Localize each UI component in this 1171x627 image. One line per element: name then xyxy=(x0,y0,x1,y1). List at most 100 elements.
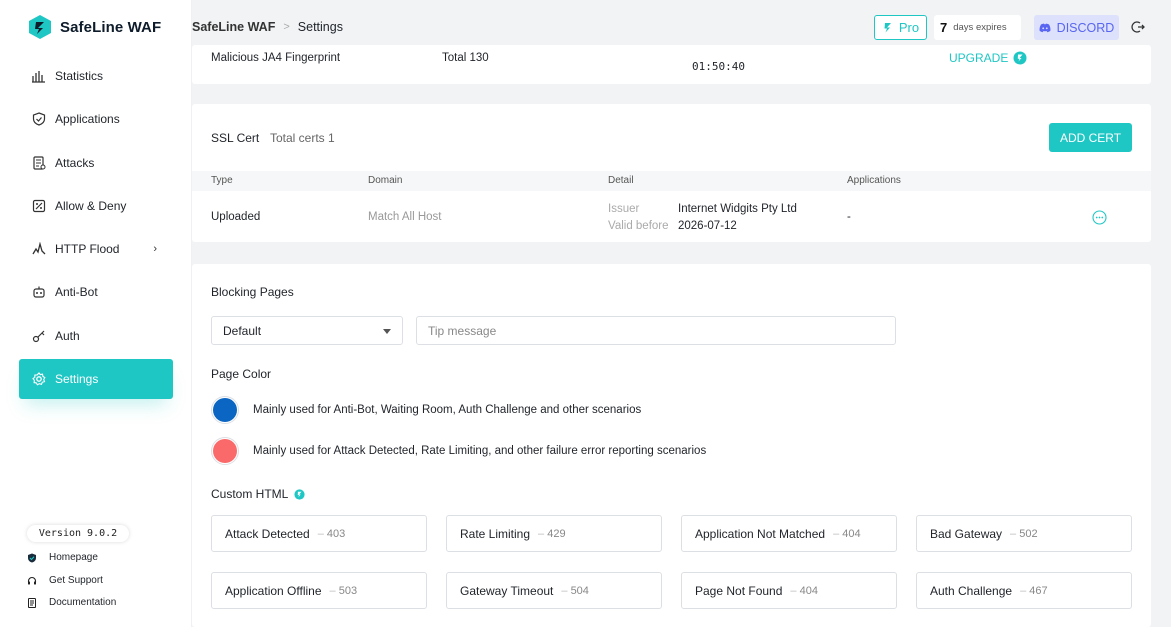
chevron-right-icon: › xyxy=(153,243,157,256)
bar-chart-icon xyxy=(31,68,47,84)
documentation-link[interactable]: Documentation xyxy=(27,597,116,608)
homepage-link[interactable]: Homepage xyxy=(27,552,98,563)
sidebar-item-applications[interactable]: Applications xyxy=(19,99,173,139)
allow-deny-icon xyxy=(31,198,47,214)
blocking-pages-card: Blocking Pages Default Page Color Mainly… xyxy=(192,264,1151,627)
sidebar-item-label: Settings xyxy=(55,372,99,387)
robot-icon xyxy=(31,284,47,300)
table-row: Uploaded Match All Host Issuer Internet … xyxy=(192,191,1151,242)
cert-type: Uploaded xyxy=(211,211,261,223)
page-name: Gateway Timeout xyxy=(460,583,554,598)
ssl-cert-title: SSL Cert xyxy=(211,131,260,145)
breadcrumb-current: Settings xyxy=(297,20,343,34)
breadcrumb: SafeLine WAF > Settings xyxy=(192,20,343,34)
expiry-days: 7 xyxy=(940,20,948,35)
ssl-cert-count: Total certs 1 xyxy=(270,131,335,145)
page-tile-page-not-found[interactable]: Page Not Found 404 xyxy=(681,572,897,609)
get-support-link[interactable]: Get Support xyxy=(27,575,103,586)
page-tile-bad-gateway[interactable]: Bad Gateway 502 xyxy=(916,515,1132,552)
brand-name: SafeLine WAF xyxy=(60,18,162,36)
documentation-link-label: Documentation xyxy=(49,597,117,608)
fingerprint-name: Malicious JA4 Fingerprint xyxy=(211,52,341,64)
page-name: Page Not Found xyxy=(695,583,783,598)
page-code: 504 xyxy=(561,585,589,597)
valid-before-label: Valid before xyxy=(608,220,669,232)
get-support-link-label: Get Support xyxy=(49,575,103,586)
expiry-text: days expires xyxy=(953,22,1007,33)
brand-logo[interactable]: SafeLine WAF xyxy=(28,14,161,40)
page-name: Rate Limiting xyxy=(460,526,531,541)
sidebar-item-http-flood[interactable]: HTTP Flood › xyxy=(19,229,173,269)
page-code: 404 xyxy=(833,528,860,540)
discord-button[interactable]: DISCORD xyxy=(1034,15,1119,40)
cert-domain: Match All Host xyxy=(368,211,442,223)
headset-icon xyxy=(27,576,37,584)
page-name: Attack Detected xyxy=(225,526,310,541)
page-color-title: Page Color xyxy=(211,367,272,381)
shield-check-icon xyxy=(28,553,36,562)
pro-label: Pro xyxy=(898,20,920,35)
error-color-description: Mainly used for Attack Detected, Rate Li… xyxy=(253,445,707,457)
custom-html-title: Custom HTML xyxy=(211,487,305,501)
page-code: 403 xyxy=(318,528,345,540)
page-code: 467 xyxy=(1020,585,1047,597)
fingerprint-time: 01:50:40 xyxy=(692,60,745,73)
custom-html-label: Custom HTML xyxy=(211,487,289,501)
page-tile-auth-challenge[interactable]: Auth Challenge 467 xyxy=(916,572,1132,609)
issuer-value: Internet Widgits Pty Ltd xyxy=(678,203,797,215)
page-name: Auth Challenge xyxy=(930,583,1013,598)
custom-html-pages: Attack Detected 403 Rate Limiting 429 Appl… xyxy=(211,515,1133,609)
error-color-row: Mainly used for Attack Detected, Rate Li… xyxy=(211,437,706,465)
sidebar-item-label: Statistics xyxy=(55,69,104,83)
primary-color-picker[interactable] xyxy=(211,396,239,424)
breadcrumb-root[interactable]: SafeLine WAF xyxy=(192,20,275,34)
document-icon xyxy=(28,597,36,608)
select-value: Default xyxy=(223,323,262,338)
more-options-icon[interactable] xyxy=(1092,210,1107,225)
sidebar-item-settings[interactable]: Settings xyxy=(19,359,173,400)
sidebar-item-label: Anti-Bot xyxy=(55,285,98,300)
pro-button[interactable]: Pro xyxy=(874,15,927,40)
page-tile-application-offline[interactable]: Application Offline 503 xyxy=(211,572,427,609)
fingerprint-total: Total 130 xyxy=(442,52,489,64)
page-name: Bad Gateway xyxy=(930,526,1003,541)
column-applications: Applications xyxy=(847,175,901,186)
caret-down-icon xyxy=(383,329,391,334)
blocking-template-select[interactable]: Default xyxy=(211,316,403,345)
sidebar-item-anti-bot[interactable]: Anti-Bot xyxy=(19,272,173,312)
page-tile-application-not-matched[interactable]: Application Not Matched 404 xyxy=(681,515,897,552)
valid-before-value: 2026-07-12 xyxy=(678,220,737,232)
page-tile-attack-detected[interactable]: Attack Detected 403 xyxy=(211,515,427,552)
sidebar-nav: Statistics Applications Attacks Allow & … xyxy=(19,56,173,402)
fingerprint-card: Malicious JA4 Fingerprint Total 130 01:5… xyxy=(192,45,1151,84)
primary-color-row: Mainly used for Anti-Bot, Waiting Room, … xyxy=(211,396,641,424)
page-code: 503 xyxy=(330,585,357,597)
cert-applications: - xyxy=(847,211,851,223)
upgrade-link[interactable]: UPGRADE xyxy=(949,51,1027,65)
shield-icon xyxy=(31,111,47,127)
sidebar-item-auth[interactable]: Auth xyxy=(19,316,173,356)
ssl-cert-card: SSL Cert Total certs 1 ADD CERT Type Dom… xyxy=(192,104,1151,242)
blocking-pages-title: Blocking Pages xyxy=(211,285,294,299)
sidebar-item-attacks[interactable]: Attacks xyxy=(19,143,173,183)
color-dot xyxy=(213,439,237,463)
add-cert-button[interactable]: ADD CERT xyxy=(1049,123,1132,152)
sidebar-item-label: Applications xyxy=(55,112,120,127)
upgrade-label: UPGRADE xyxy=(949,51,1009,65)
column-type: Type xyxy=(211,175,233,186)
breadcrumb-separator-icon: > xyxy=(283,21,290,33)
page-code: 429 xyxy=(538,528,565,540)
logout-icon[interactable] xyxy=(1131,20,1145,34)
safeline-pro-icon xyxy=(884,23,891,33)
color-dot xyxy=(213,398,237,422)
primary-color-description: Mainly used for Anti-Bot, Waiting Room, … xyxy=(253,404,642,416)
sidebar-item-allow-deny[interactable]: Allow & Deny xyxy=(19,186,173,226)
page-tile-gateway-timeout[interactable]: Gateway Timeout 504 xyxy=(446,572,662,609)
tip-message-input[interactable] xyxy=(416,316,896,345)
error-color-picker[interactable] xyxy=(211,437,239,465)
page-code: 502 xyxy=(1010,528,1037,540)
column-domain: Domain xyxy=(368,175,403,186)
page-tile-rate-limiting[interactable]: Rate Limiting 429 xyxy=(446,515,662,552)
sidebar-item-statistics[interactable]: Statistics xyxy=(19,56,173,96)
sidebar-item-label: Allow & Deny xyxy=(55,198,127,213)
